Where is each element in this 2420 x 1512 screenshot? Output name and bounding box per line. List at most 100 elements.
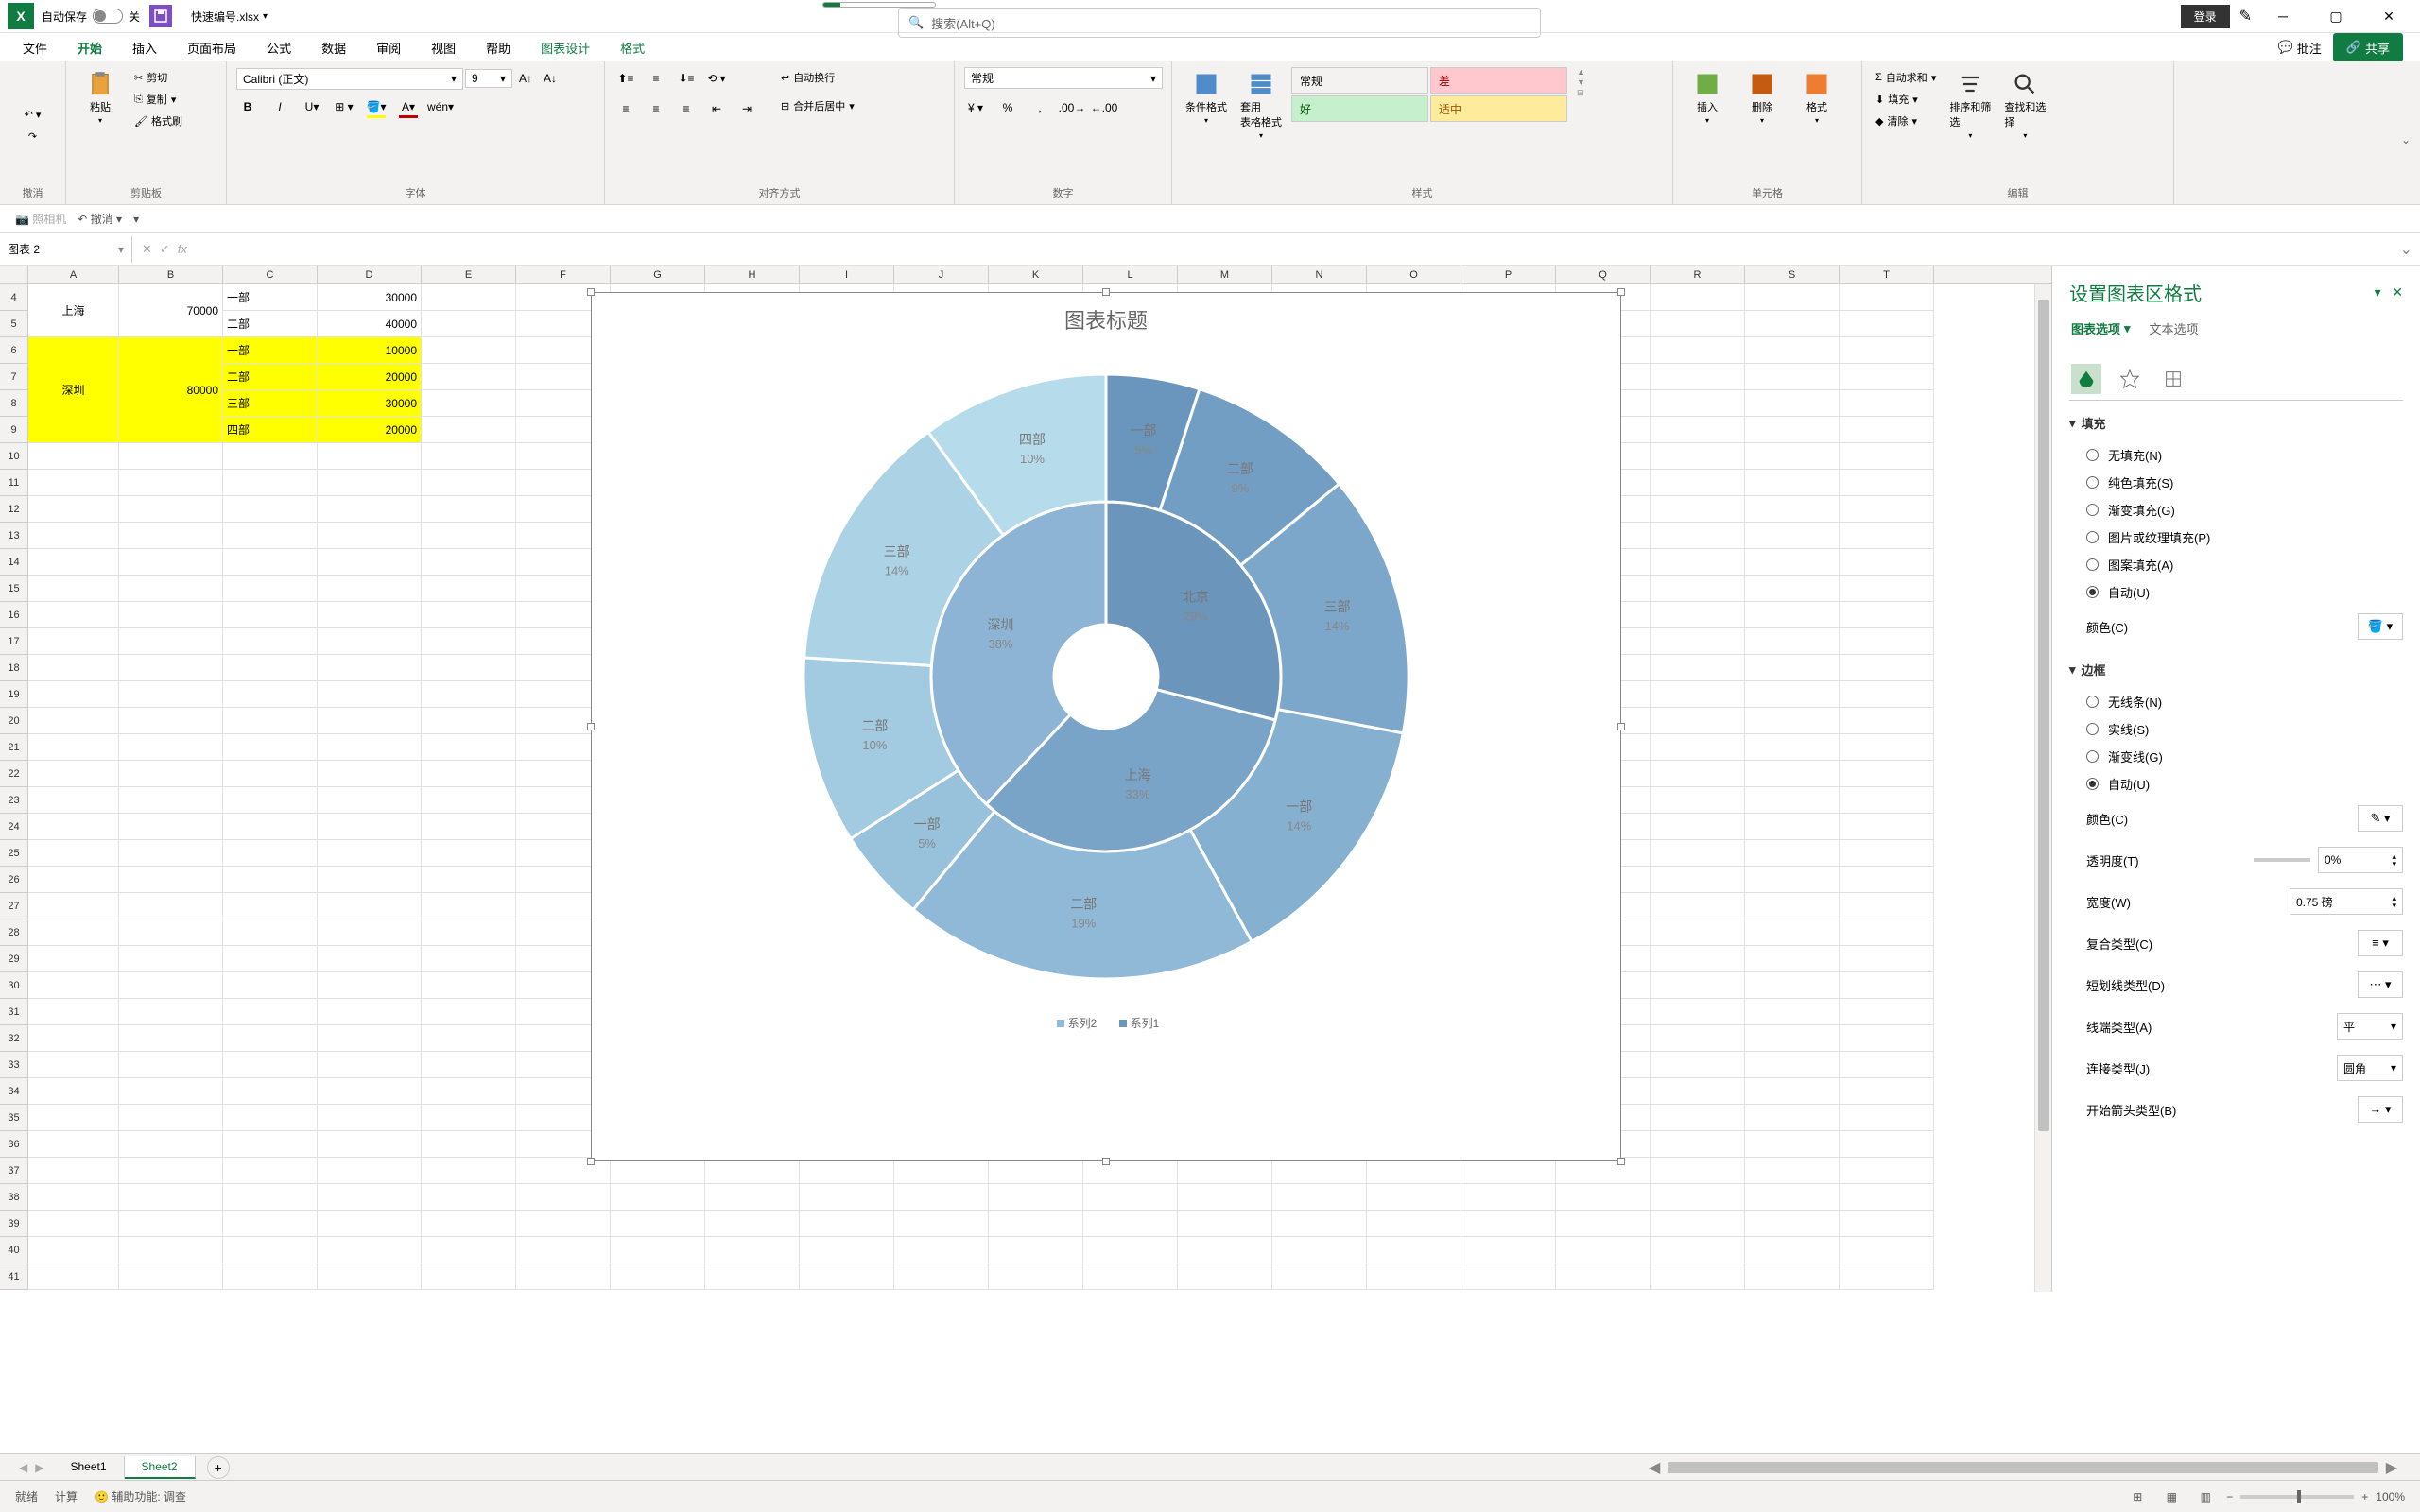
cell[interactable] [119, 443, 223, 470]
cell[interactable] [1745, 1105, 1840, 1131]
cell[interactable]: 10000 [318, 337, 422, 364]
cell[interactable] [318, 523, 422, 549]
name-box[interactable]: 图表 2▾ [0, 236, 132, 263]
cell[interactable] [318, 549, 422, 576]
cell[interactable] [1745, 681, 1840, 708]
cell[interactable] [1745, 919, 1840, 946]
cell[interactable]: 二部 [223, 364, 318, 390]
tab-nav-prev-icon[interactable]: ◀ [19, 1461, 27, 1474]
cell[interactable] [28, 496, 119, 523]
phonetic-button[interactable]: wén ▾ [429, 95, 452, 118]
cell[interactable] [1840, 814, 1934, 840]
cell[interactable] [119, 893, 223, 919]
cell[interactable] [422, 628, 516, 655]
cell[interactable] [1840, 337, 1934, 364]
cell[interactable] [1651, 549, 1745, 576]
chart-legend[interactable]: 系列2 系列1 [592, 1007, 1620, 1039]
italic-button[interactable]: I [268, 95, 291, 118]
merged-cell[interactable]: 80000 [119, 337, 223, 443]
decrease-decimal-button[interactable]: ←.00 [1093, 96, 1115, 119]
cell[interactable] [1556, 1263, 1651, 1290]
cell[interactable] [1745, 1078, 1840, 1105]
radio-option[interactable]: 渐变填充(G) [2086, 496, 2403, 524]
cell[interactable] [1461, 1263, 1556, 1290]
maximize-button[interactable]: ▢ [2314, 1, 2358, 31]
fill-section-header[interactable]: ▾ 填充 [2069, 414, 2403, 432]
cell[interactable] [1651, 840, 1745, 867]
col-header[interactable]: H [705, 266, 800, 284]
pane-dropdown-icon[interactable]: ▾ [2375, 284, 2381, 300]
cell[interactable] [1840, 1184, 1934, 1211]
row-header[interactable]: 9 [0, 417, 28, 443]
col-header[interactable]: K [989, 266, 1083, 284]
cell[interactable] [1745, 761, 1840, 787]
cell[interactable] [1556, 1158, 1651, 1184]
cell[interactable] [705, 1184, 800, 1211]
cell[interactable] [1651, 681, 1745, 708]
add-sheet-button[interactable]: + [207, 1456, 230, 1479]
qat-customize-icon[interactable]: ▾ [133, 213, 139, 226]
filename-dropdown-icon[interactable]: ▾ [263, 11, 268, 22]
cell[interactable] [422, 787, 516, 814]
cell[interactable] [1651, 496, 1745, 523]
cell[interactable] [422, 1131, 516, 1158]
cell[interactable] [1367, 1263, 1461, 1290]
cell[interactable] [1178, 1263, 1272, 1290]
cell[interactable] [318, 972, 422, 999]
cell[interactable] [318, 1078, 422, 1105]
cell[interactable] [28, 1131, 119, 1158]
cell[interactable] [28, 1237, 119, 1263]
menu-帮助[interactable]: 帮助 [480, 35, 516, 60]
cell[interactable]: 三部 [223, 390, 318, 417]
menu-格式[interactable]: 格式 [614, 35, 650, 60]
cell[interactable] [119, 549, 223, 576]
cell[interactable] [318, 1263, 422, 1290]
cell[interactable] [894, 1184, 989, 1211]
cell[interactable] [422, 1052, 516, 1078]
row-header[interactable]: 26 [0, 867, 28, 893]
cell[interactable] [318, 1158, 422, 1184]
clear-button[interactable]: ◆ 清除 ▾ [1872, 111, 1940, 131]
cell[interactable] [1840, 628, 1934, 655]
cell[interactable] [318, 761, 422, 787]
insert-cell-button[interactable]: 插入▾ [1683, 67, 1732, 129]
cell[interactable]: 四部 [223, 417, 318, 443]
align-bottom-button[interactable]: ⬇≡ [675, 67, 698, 90]
col-header[interactable]: O [1367, 266, 1461, 284]
copy-button[interactable]: ⎘ 复制 ▾ [130, 89, 186, 110]
underline-button[interactable]: U ▾ [301, 95, 323, 118]
cell[interactable] [422, 417, 516, 443]
row-header[interactable]: 22 [0, 761, 28, 787]
cell[interactable] [223, 470, 318, 496]
cell[interactable] [1745, 1052, 1840, 1078]
cell[interactable] [318, 1131, 422, 1158]
row-header[interactable]: 11 [0, 470, 28, 496]
fill-button[interactable]: ⬇ 填充 ▾ [1872, 89, 1940, 110]
cell[interactable] [1840, 787, 1934, 814]
select-all-cell[interactable] [0, 266, 28, 284]
row-header[interactable]: 16 [0, 602, 28, 628]
join-type-picker[interactable]: 圆角▾ [2337, 1055, 2403, 1081]
row-header[interactable]: 12 [0, 496, 28, 523]
cell[interactable] [223, 602, 318, 628]
sunburst-chart[interactable]: 北京29%上海33%深圳38%一部5%二部9%三部14%一部14%二部19%一部… [775, 346, 1437, 1007]
cell[interactable] [1840, 496, 1934, 523]
cell[interactable] [422, 311, 516, 337]
cell[interactable] [422, 761, 516, 787]
style-normal[interactable]: 常规 [1291, 67, 1428, 94]
cell[interactable] [1745, 390, 1840, 417]
cell[interactable] [1840, 708, 1934, 734]
cell[interactable] [318, 1105, 422, 1131]
cell[interactable] [1745, 284, 1840, 311]
cell[interactable] [800, 1158, 894, 1184]
cell[interactable] [318, 814, 422, 840]
cell[interactable] [28, 1052, 119, 1078]
cell[interactable] [1651, 628, 1745, 655]
cell[interactable] [1840, 1158, 1934, 1184]
chart-handle[interactable] [587, 288, 595, 296]
cell[interactable] [28, 708, 119, 734]
cell[interactable] [1083, 1211, 1178, 1237]
cell[interactable] [28, 1025, 119, 1052]
row-header[interactable]: 21 [0, 734, 28, 761]
align-right-button[interactable]: ≡ [675, 97, 698, 120]
